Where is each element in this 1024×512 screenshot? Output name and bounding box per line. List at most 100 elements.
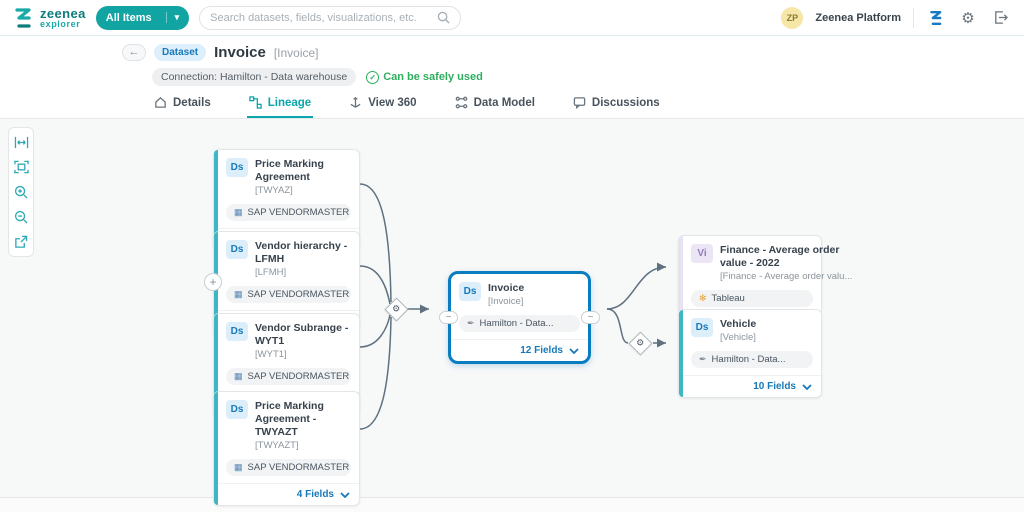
fit-screen-icon[interactable]	[13, 159, 29, 175]
data-model-icon	[455, 96, 468, 109]
tab-label: Details	[173, 97, 211, 109]
table-connection-icon: ▦	[234, 207, 243, 218]
chat-icon	[573, 96, 586, 109]
dataset-type-badge: Dataset	[154, 44, 206, 61]
expand-upstream-button[interactable]: +	[204, 273, 222, 291]
dataset-badge: Ds	[226, 240, 248, 259]
node-title: Vendor Subrange - WYT1	[255, 322, 351, 348]
tab-view-360[interactable]: View 360	[347, 92, 418, 118]
chevron-down-icon	[569, 348, 579, 354]
node-title: Vendor hierarchy - LFMH	[255, 240, 351, 266]
node-key: [LFMH]	[255, 267, 351, 278]
node-connection-chip: ▦ SAP VENDORMASTER	[226, 204, 351, 221]
connection-name: Hamilton - Data...	[480, 318, 554, 329]
node-connection-chip: ▦ SAP VENDORMASTER	[226, 459, 351, 476]
dataset-badge: Ds	[226, 400, 248, 419]
lineage-node-invoice-selected[interactable]: − − Ds Invoice [Invoice] ✒Hamilton - Dat…	[448, 271, 591, 364]
operation-icon: ⚙	[636, 338, 644, 349]
header-divider	[913, 8, 914, 28]
chevron-down-icon	[802, 384, 812, 390]
lineage-node-vehicle[interactable]: Ds Vehicle [Vehicle] ✒ Hamilton - Data...…	[678, 309, 822, 398]
node-connection-chip: ✻Tableau	[691, 290, 813, 307]
status-badge: ✓ Can be safely used	[366, 71, 483, 84]
logo-subtitle: explorer	[40, 20, 86, 29]
dataset-badge: Ds	[691, 318, 713, 337]
zeenea-platform-icon[interactable]	[926, 8, 946, 28]
node-key: [Finance - Average order valu...	[720, 271, 852, 282]
global-search[interactable]	[199, 6, 461, 30]
fields-count: 12 Fields	[520, 345, 563, 356]
connection-name: SAP VENDORMASTER	[248, 289, 350, 300]
scope-dropdown-label: All Items	[106, 12, 152, 24]
lineage-node-price-marking-agreement-twyazt[interactable]: Ds Price Marking Agreement - TWYAZT [TWY…	[213, 391, 360, 506]
node-key: [WYT1]	[255, 349, 351, 360]
pen-connection-icon: ✒	[699, 354, 707, 365]
connection-name: SAP VENDORMASTER	[248, 207, 350, 218]
settings-gear-icon[interactable]: ⚙	[958, 8, 978, 28]
search-icon	[437, 11, 450, 24]
top-header: zeenea explorer All Items ▾ ZP Zeenea Pl…	[0, 0, 1024, 36]
dataset-badge: Ds	[459, 282, 481, 301]
tab-discussions[interactable]: Discussions	[571, 92, 662, 118]
back-button[interactable]: ←	[122, 44, 146, 61]
tab-details[interactable]: Details	[152, 92, 213, 118]
scope-dropdown[interactable]: All Items ▾	[96, 6, 189, 30]
fields-toggle[interactable]: 12 Fields	[451, 339, 588, 361]
connection-name: Hamilton - Data...	[712, 354, 786, 365]
lineage-node-finance-visualization[interactable]: Vi Finance - Average order value - 2022 …	[678, 235, 822, 315]
node-connection-chip: ▦ SAP VENDORMASTER	[226, 368, 351, 385]
check-circle-icon: ✓	[366, 71, 379, 84]
node-key: [TWYAZ]	[255, 185, 351, 196]
connection-pill: Connection: Hamilton - Data warehouse	[152, 68, 356, 86]
page-title-key: [Invoice]	[274, 46, 319, 60]
node-title: Price Marking Agreement	[255, 158, 351, 184]
collapse-downstream-button[interactable]: −	[581, 311, 600, 324]
node-key: [Invoice]	[488, 296, 524, 307]
tab-bar: Details Lineage View 360 Data Model Disc…	[152, 92, 1024, 118]
fields-toggle[interactable]: 4 Fields	[218, 483, 359, 505]
table-connection-icon: ▦	[234, 371, 243, 382]
table-connection-icon: ▦	[234, 289, 243, 300]
node-title: Invoice	[488, 282, 524, 295]
zoom-in-icon[interactable]	[13, 184, 29, 200]
visualization-badge: Vi	[691, 244, 713, 263]
page-header: ← Dataset Invoice [Invoice] Connection: …	[0, 36, 1024, 119]
node-title: Finance - Average order value - 2022	[720, 244, 852, 270]
lineage-canvas[interactable]: Ds Price Marking Agreement [TWYAZ] ▦ SAP …	[0, 119, 1024, 497]
canvas-toolbar	[8, 127, 34, 257]
fields-count: 4 Fields	[297, 489, 334, 500]
operation-icon: ⚙	[392, 304, 400, 315]
fields-toggle[interactable]: 10 Fields	[683, 375, 821, 397]
fit-width-icon[interactable]	[13, 134, 29, 150]
node-connection-chip: ✒ Hamilton - Data...	[459, 315, 580, 332]
search-input[interactable]	[210, 12, 429, 24]
connection-name: SAP VENDORMASTER	[248, 371, 350, 382]
lineage-icon	[249, 96, 262, 109]
pen-connection-icon: ✒	[467, 318, 475, 329]
node-key: [TWYAZT]	[255, 440, 351, 451]
tab-data-model[interactable]: Data Model	[453, 92, 537, 118]
dataset-badge: Ds	[226, 322, 248, 341]
tab-label: Discussions	[592, 97, 660, 109]
zoom-out-icon[interactable]	[13, 209, 29, 225]
tab-label: Lineage	[268, 97, 311, 109]
logout-icon[interactable]	[990, 8, 1010, 28]
table-connection-icon: ▦	[234, 462, 243, 473]
tab-label: View 360	[368, 97, 416, 109]
fields-count: 10 Fields	[753, 381, 796, 392]
chevron-down-icon	[340, 492, 350, 498]
node-key: [Vehicle]	[720, 332, 756, 343]
connection-name: Tableau	[712, 293, 745, 304]
connection-name: SAP VENDORMASTER	[248, 462, 350, 473]
export-lineage-icon[interactable]	[13, 234, 29, 250]
status-label: Can be safely used	[383, 71, 483, 83]
tab-label: Data Model	[474, 97, 535, 109]
collapse-upstream-button[interactable]: −	[439, 311, 458, 324]
tab-lineage[interactable]: Lineage	[247, 92, 313, 118]
node-title: Vehicle	[720, 318, 756, 331]
node-connection-chip: ✒ Hamilton - Data...	[691, 351, 813, 368]
axes-icon	[349, 96, 362, 109]
user-avatar[interactable]: ZP	[781, 7, 803, 29]
dataset-badge: Ds	[226, 158, 248, 177]
node-connection-chip: ▦ SAP VENDORMASTER	[226, 286, 351, 303]
